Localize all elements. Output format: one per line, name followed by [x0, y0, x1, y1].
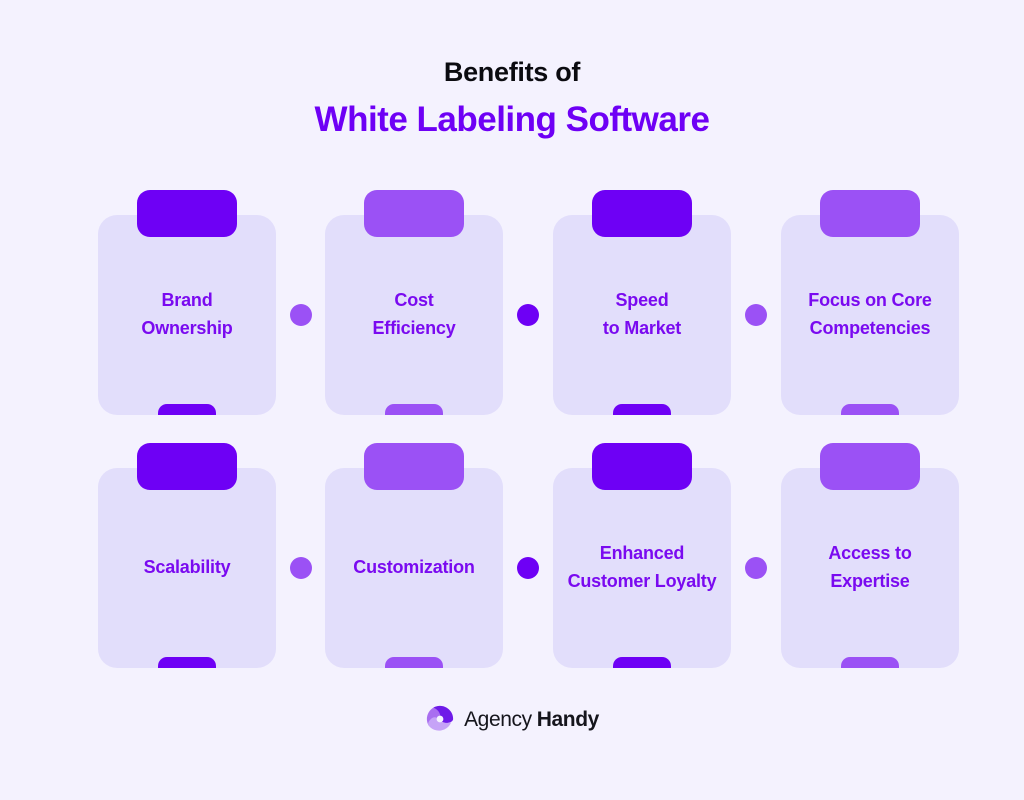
benefits-grid: Brand Ownership Cost Efficiency Speed to M… [0, 0, 1024, 800]
benefit-card-body [325, 215, 503, 415]
card-bottom-tab [385, 404, 443, 415]
card-bottom-tab [841, 657, 899, 668]
card-top-tab [137, 443, 237, 490]
agency-handy-pinwheel-icon [426, 705, 454, 731]
benefit-card-body [553, 215, 731, 415]
connector-dot [745, 304, 767, 326]
card-bottom-tab [613, 657, 671, 668]
benefit-card[interactable]: Scalability [98, 443, 276, 668]
connector-dot [745, 557, 767, 579]
card-top-tab [364, 190, 464, 237]
connector-dot [517, 557, 539, 579]
benefit-card[interactable]: Speed to Market [553, 190, 731, 415]
benefit-card[interactable]: Enhanced Customer Loyalty [553, 443, 731, 668]
card-bottom-tab [613, 404, 671, 415]
benefit-card-body [553, 468, 731, 668]
card-top-tab [137, 190, 237, 237]
brand-name-light: Agency [464, 707, 532, 731]
brand-logo: Agency Handy [0, 704, 1024, 734]
connector-dot [517, 304, 539, 326]
brand-name-bold: Handy [536, 707, 600, 731]
benefit-card[interactable]: Brand Ownership [98, 190, 276, 415]
card-bottom-tab [385, 657, 443, 668]
benefit-card[interactable]: Cost Efficiency [325, 190, 503, 415]
connector-dot [289, 304, 312, 326]
brand-logo-text: Agency Handy [464, 709, 599, 730]
card-top-tab [364, 443, 464, 490]
benefit-card[interactable]: Customization [325, 443, 503, 668]
benefit-card-body [98, 215, 276, 415]
benefit-card-body [781, 215, 959, 415]
card-bottom-tab [158, 657, 216, 668]
card-top-tab [820, 190, 920, 237]
card-top-tab [592, 190, 692, 237]
infographic-canvas: Benefits of White Labeling Software Bran… [0, 0, 1024, 800]
benefit-card-body [325, 468, 503, 668]
card-bottom-tab [158, 404, 216, 415]
connector-dot [289, 557, 312, 579]
card-top-tab [592, 443, 692, 490]
card-top-tab [820, 443, 920, 490]
benefit-card-body [98, 468, 276, 668]
benefit-card[interactable]: Focus on Core Competencies [781, 190, 959, 415]
benefit-card-body [781, 468, 959, 668]
card-bottom-tab [841, 404, 899, 415]
benefit-card[interactable]: Access to Expertise [781, 443, 959, 668]
